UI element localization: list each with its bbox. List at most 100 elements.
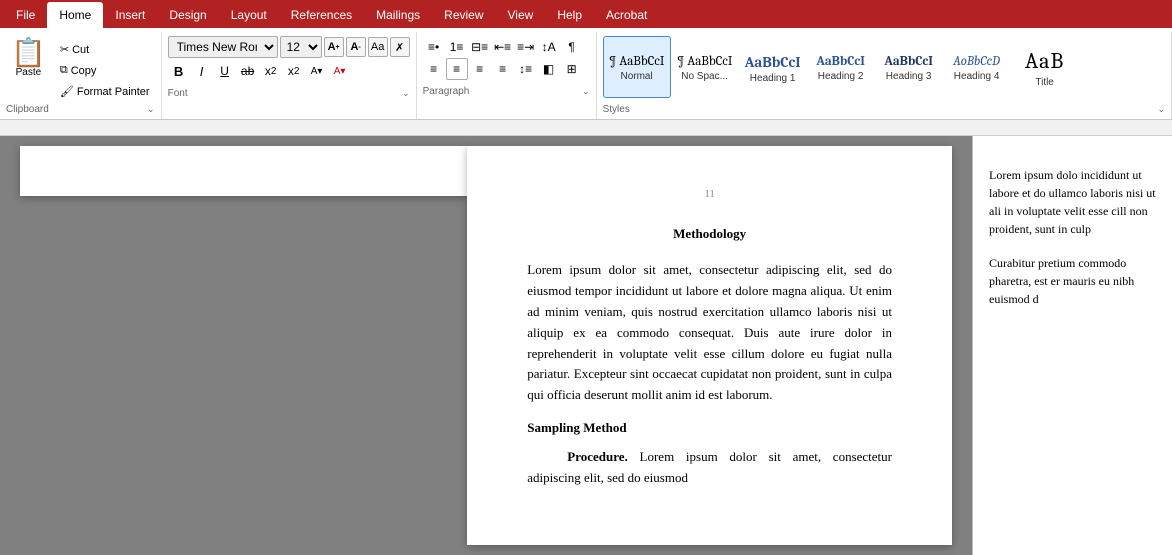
doc-procedure[interactable]: Procedure. Lorem ipsum dolor sit amet, c…	[527, 447, 892, 489]
right-paragraph2: Curabitur pretium commodo pharetra, est …	[989, 254, 1156, 308]
change-case-button[interactable]: Aa	[368, 37, 388, 57]
clipboard-label: Clipboard	[6, 104, 49, 115]
tab-bar: File Home Insert Design Layout Reference…	[0, 0, 1172, 28]
borders-button[interactable]: ⊞	[561, 58, 583, 80]
doc-paragraph1[interactable]: Lorem ipsum dolor sit amet, consectetur …	[527, 260, 892, 406]
paste-button[interactable]: 📋 Paste	[6, 36, 51, 81]
show-paragraph-button[interactable]: ¶	[561, 36, 583, 58]
paste-label: Paste	[16, 67, 42, 78]
paste-icon: 📋	[11, 39, 46, 67]
tab-file[interactable]: File	[4, 2, 47, 28]
copy-button[interactable]: ⧉ Copy	[55, 61, 155, 80]
tab-references[interactable]: References	[279, 2, 364, 28]
style-no-spacing-label: No Spac...	[681, 71, 728, 82]
font-color-button[interactable]: A▾	[329, 60, 351, 82]
style-title-preview: AaB	[1025, 48, 1064, 74]
paragraph-align-row: ≡ ≡ ≡ ≡ ↕≡ ◧ ⊞	[423, 58, 590, 80]
paragraph-group-label: Paragraph	[423, 86, 470, 97]
tab-view[interactable]: View	[496, 2, 546, 28]
increase-indent-button[interactable]: ≡⇥	[515, 36, 537, 58]
font-format-row: B I U ab x2 x2 A▾ A▾	[168, 60, 410, 82]
style-normal[interactable]: ¶ AaBbCcI Normal	[603, 36, 671, 98]
copy-icon: ⧉	[60, 64, 68, 77]
style-normal-preview: ¶ AaBbCcI	[609, 54, 664, 70]
tab-insert[interactable]: Insert	[103, 2, 157, 28]
style-heading1[interactable]: AaBbCcI Heading 1	[739, 36, 807, 98]
font-family-select[interactable]: Times New Rom	[168, 36, 278, 58]
styles-group: ¶ AaBbCcI Normal ¶ AaBbCcI No Spac... Aa…	[597, 32, 1172, 119]
decrease-font-size-button[interactable]: A-	[346, 37, 366, 57]
bold-button[interactable]: B	[168, 60, 190, 82]
style-h2-label: Heading 2	[818, 71, 864, 82]
styles-list: ¶ AaBbCcI Normal ¶ AaBbCcI No Spac... Aa…	[603, 36, 1165, 98]
clipboard-expand-icon[interactable]: ⌄	[147, 104, 155, 115]
clear-formatting-button[interactable]: ✗	[390, 37, 410, 57]
style-heading4[interactable]: AoBbCcD Heading 4	[943, 36, 1011, 98]
style-normal-label: Normal	[620, 71, 652, 82]
line-spacing-button[interactable]: ↕≡	[515, 58, 537, 80]
style-title[interactable]: AaB Title	[1011, 36, 1079, 98]
doc-heading[interactable]: Methodology	[527, 224, 892, 245]
underline-button[interactable]: U	[214, 60, 236, 82]
procedure-label: Procedure.	[567, 449, 628, 464]
increase-font-size-button[interactable]: A+	[324, 37, 344, 57]
page-number: 11	[527, 186, 892, 204]
tab-design[interactable]: Design	[157, 2, 218, 28]
superscript-button[interactable]: x2	[283, 60, 305, 82]
style-h4-preview: AoBbCcD	[953, 54, 1000, 70]
previous-page	[20, 146, 467, 196]
ribbon-content: 📋 Paste ✂ Cut ⧉ Copy 🖌 Format Painter	[0, 28, 1172, 120]
scissors-icon: ✂	[60, 43, 69, 56]
style-no-spacing[interactable]: ¶ AaBbCcI No Spac...	[671, 36, 739, 98]
style-h3-label: Heading 3	[886, 71, 932, 82]
style-h1-preview: AaBbCcI	[745, 53, 801, 71]
cut-button[interactable]: ✂ Cut	[55, 40, 155, 59]
ribbon: 📋 Paste ✂ Cut ⧉ Copy 🖌 Format Painter	[0, 28, 1172, 120]
clipboard-group: 📋 Paste ✂ Cut ⧉ Copy 🖌 Format Painter	[0, 32, 162, 119]
align-left-button[interactable]: ≡	[423, 58, 445, 80]
sort-button[interactable]: ↕A	[538, 36, 560, 58]
align-center-button[interactable]: ≡	[446, 58, 468, 80]
tab-mailings[interactable]: Mailings	[364, 2, 432, 28]
document-area: 11 Methodology Lorem ipsum dolor sit ame…	[0, 136, 1172, 555]
tab-review[interactable]: Review	[432, 2, 495, 28]
tab-layout[interactable]: Layout	[219, 2, 279, 28]
page-panel[interactable]: 11 Methodology Lorem ipsum dolor sit ame…	[0, 136, 972, 555]
font-size-select[interactable]: 12	[280, 36, 322, 58]
style-title-label: Title	[1035, 77, 1054, 88]
align-right-button[interactable]: ≡	[469, 58, 491, 80]
font-expand-icon[interactable]: ⌄	[402, 88, 410, 99]
style-heading3[interactable]: AaBbCcI Heading 3	[875, 36, 943, 98]
shading-button[interactable]: ◧	[538, 58, 560, 80]
justify-button[interactable]: ≡	[492, 58, 514, 80]
font-group-label: Font	[168, 88, 188, 99]
decrease-indent-button[interactable]: ⇤≡	[492, 36, 514, 58]
document-page: 11 Methodology Lorem ipsum dolor sit ame…	[467, 146, 952, 545]
tab-help[interactable]: Help	[545, 2, 594, 28]
font-controls-row: Times New Rom 12 A+ A- Aa ✗	[168, 36, 410, 58]
multilevel-list-button[interactable]: ⊟≡	[469, 36, 491, 58]
styles-expand-icon[interactable]: ⌄	[1157, 104, 1165, 115]
paragraph-group: ≡• 1≡ ⊟≡ ⇤≡ ≡⇥ ↕A ¶ ≡ ≡ ≡ ≡ ↕≡ ◧ ⊞ Parag…	[417, 32, 597, 119]
strikethrough-button[interactable]: ab	[237, 60, 259, 82]
right-panel: Lorem ipsum dolo incididunt ut labore et…	[972, 136, 1172, 555]
font-group: Times New Rom 12 A+ A- Aa ✗ B I U ab x2 …	[162, 32, 417, 119]
right-paragraph1: Lorem ipsum dolo incididunt ut labore et…	[989, 166, 1156, 238]
style-h4-label: Heading 4	[954, 71, 1000, 82]
bullets-button[interactable]: ≡•	[423, 36, 445, 58]
style-no-spacing-preview: ¶ AaBbCcI	[677, 54, 732, 70]
style-h3-preview: AaBbCcI	[884, 54, 933, 70]
italic-button[interactable]: I	[191, 60, 213, 82]
styles-group-label: Styles	[603, 104, 630, 115]
style-heading2[interactable]: AaBbCcI Heading 2	[807, 36, 875, 98]
text-highlight-button[interactable]: A▾	[306, 60, 328, 82]
clipboard-small-buttons: ✂ Cut ⧉ Copy 🖌 Format Painter	[55, 40, 155, 101]
format-painter-button[interactable]: 🖌 Format Painter	[55, 82, 155, 101]
doc-subheading[interactable]: Sampling Method	[527, 418, 892, 439]
numbering-button[interactable]: 1≡	[446, 36, 468, 58]
tab-acrobat[interactable]: Acrobat	[594, 2, 659, 28]
tab-home[interactable]: Home	[47, 2, 103, 28]
paragraph-list-row: ≡• 1≡ ⊟≡ ⇤≡ ≡⇥ ↕A ¶	[423, 36, 590, 58]
paragraph-expand-icon[interactable]: ⌄	[582, 86, 590, 97]
subscript-button[interactable]: x2	[260, 60, 282, 82]
